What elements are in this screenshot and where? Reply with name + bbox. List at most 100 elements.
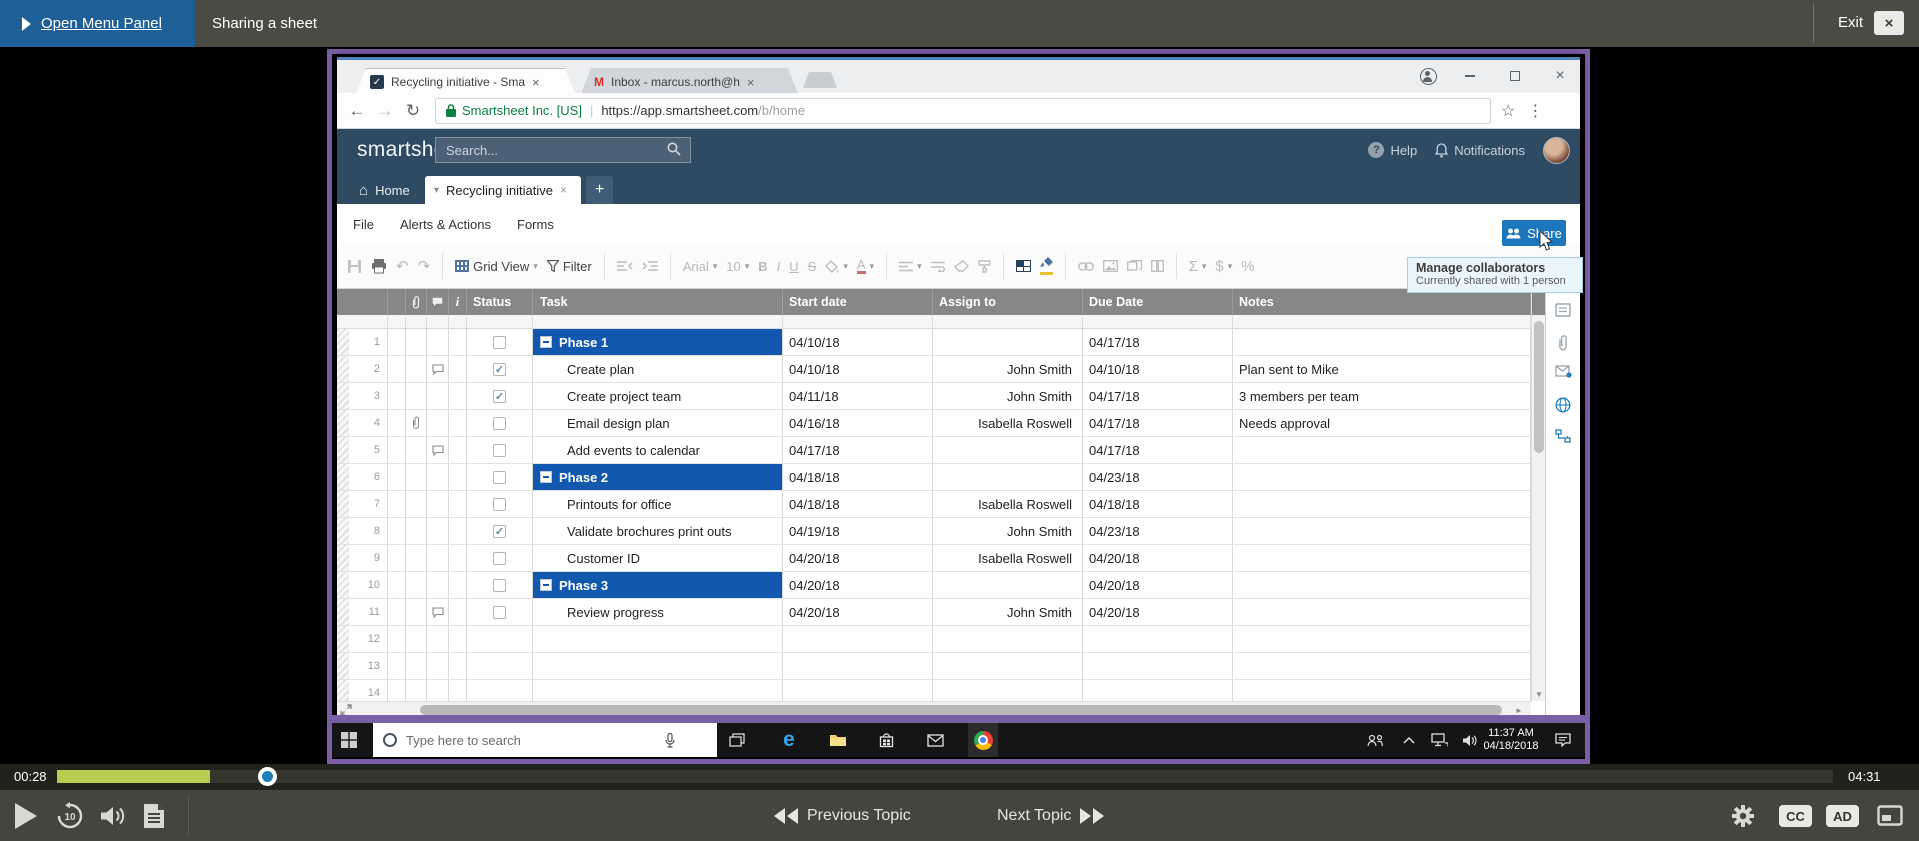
strikethrough-button[interactable]: S [808, 259, 817, 274]
collapse-icon[interactable] [540, 336, 552, 348]
update-requests-icon[interactable] [1546, 365, 1580, 378]
filter-button[interactable]: Filter [546, 259, 592, 274]
tab-home[interactable]: ⌂ Home [347, 177, 422, 204]
assign-to-cell[interactable] [933, 680, 1083, 701]
row-drag-handle[interactable] [337, 626, 349, 652]
task-cell[interactable]: Customer ID [533, 545, 783, 572]
status-checkbox[interactable]: ✓ [493, 524, 506, 538]
row-drag-handle[interactable] [337, 356, 349, 382]
table-row[interactable]: 2 ✓ Create plan 04/10/18 John Smith 04/1… [337, 356, 1580, 383]
network-tray-icon[interactable] [1424, 723, 1454, 757]
redo-icon[interactable]: ↷ [418, 257, 431, 275]
sheet-tab-close-icon[interactable]: × [560, 183, 567, 197]
due-date-cell[interactable] [1083, 626, 1233, 653]
due-date-cell[interactable]: 04/17/18 [1083, 383, 1233, 410]
menu-alerts-actions[interactable]: Alerts & Actions [400, 217, 491, 232]
previous-topic-button[interactable]: Previous Topic [773, 790, 911, 841]
row-drag-handle[interactable] [337, 410, 349, 436]
underline-button[interactable]: U [789, 259, 798, 274]
start-date-cell[interactable]: 04/18/18 [783, 464, 933, 491]
save-icon[interactable] [347, 259, 362, 274]
assign-to-cell[interactable]: John Smith [933, 356, 1083, 383]
undo-icon[interactable]: ↶ [396, 257, 409, 275]
comment-icon[interactable] [431, 606, 444, 618]
notes-cell[interactable] [1233, 545, 1531, 572]
start-date-cell[interactable] [783, 626, 933, 653]
publish-globe-icon[interactable] [1546, 397, 1580, 413]
view-selector[interactable]: Grid View ▾ [455, 259, 538, 274]
column-header-due-date[interactable]: Due Date [1083, 289, 1233, 315]
table-row[interactable]: 9 Customer ID 04/20/18 Isabella Roswell … [337, 545, 1580, 572]
task-cell[interactable]: Add events to calendar [533, 437, 783, 464]
task-cell[interactable] [533, 680, 783, 701]
status-checkbox[interactable] [493, 578, 506, 592]
wrap-text-button[interactable] [930, 261, 945, 272]
due-date-cell[interactable]: 04/20/18 [1083, 545, 1233, 572]
print-icon[interactable] [371, 258, 387, 274]
start-button[interactable] [334, 723, 364, 757]
row-drag-handle[interactable] [337, 518, 349, 544]
action-center-icon[interactable] [1548, 723, 1578, 757]
help-button[interactable]: ? Help [1368, 142, 1417, 158]
eraser-icon[interactable] [953, 260, 969, 272]
notes-cell[interactable] [1233, 653, 1531, 680]
row-drag-handle[interactable] [337, 599, 349, 625]
assign-to-cell[interactable]: Isabella Roswell [933, 545, 1083, 572]
taskbar-search-input[interactable] [406, 732, 656, 748]
start-date-cell[interactable]: 04/20/18 [783, 572, 933, 599]
table-row[interactable]: 5 Add events to calendar 04/17/18 04/17/… [337, 437, 1580, 464]
assign-to-cell[interactable]: Isabella Roswell [933, 410, 1083, 437]
task-cell[interactable]: Email design plan [533, 410, 783, 437]
font-color-button[interactable]: A ▾ [856, 258, 874, 274]
outdent-icon[interactable] [616, 260, 633, 272]
task-cell[interactable]: Review progress [533, 599, 783, 626]
assign-to-cell[interactable] [933, 572, 1083, 599]
assign-to-cell[interactable]: John Smith [933, 599, 1083, 626]
task-view-icon[interactable] [722, 723, 752, 757]
column-header-status[interactable]: Status [467, 289, 533, 315]
closed-captions-button[interactable]: CC [1779, 805, 1812, 827]
task-cell[interactable]: Phase 2 [533, 464, 783, 491]
indent-icon[interactable] [642, 260, 658, 272]
table-row[interactable]: 1 Phase 1 04/10/18 04/17/18 [337, 329, 1580, 356]
assign-to-cell[interactable] [933, 329, 1083, 356]
start-date-cell[interactable]: 04/10/18 [783, 329, 933, 356]
start-date-cell[interactable]: 04/20/18 [783, 545, 933, 572]
reload-icon[interactable]: ↻ [399, 101, 427, 121]
card-view-icon[interactable] [1546, 303, 1580, 317]
bold-button[interactable]: B [758, 259, 767, 274]
italic-button[interactable]: I [777, 259, 781, 274]
info-column-icon[interactable]: i [449, 289, 467, 315]
due-date-cell[interactable] [1083, 653, 1233, 680]
fullscreen-button[interactable] [1872, 790, 1908, 841]
table-row[interactable]: 6 Phase 2 04/18/18 04/23/18 [337, 464, 1580, 491]
status-checkbox[interactable] [493, 497, 506, 511]
notes-cell[interactable] [1233, 626, 1531, 653]
table-row[interactable]: 7 Printouts for office 04/18/18 Isabella… [337, 491, 1580, 518]
browser-tab-inbox[interactable]: M Inbox - marcus.north@h × [580, 68, 799, 96]
row-drag-handle[interactable] [337, 680, 349, 701]
new-sheet-tab-button[interactable]: + [586, 176, 613, 204]
notes-cell[interactable]: Plan sent to Mike [1233, 356, 1531, 383]
table-row[interactable]: 12 [337, 626, 1580, 653]
table-row[interactable]: 8 ✓ Validate brochures print outs 04/19/… [337, 518, 1580, 545]
attachments-panel-icon[interactable] [1546, 335, 1580, 351]
cell-links-icon[interactable] [1546, 429, 1580, 443]
forward-icon[interactable]: → [371, 101, 399, 121]
start-date-cell[interactable]: 04/10/18 [783, 356, 933, 383]
search-icon[interactable] [667, 142, 681, 156]
assign-to-cell[interactable]: John Smith [933, 383, 1083, 410]
align-button[interactable]: ▾ [899, 261, 922, 272]
assign-to-cell[interactable]: John Smith [933, 518, 1083, 545]
hscroll-thumb[interactable] [420, 705, 1502, 715]
scroll-right-icon[interactable]: ► [1515, 706, 1523, 715]
format-painter-icon[interactable] [977, 259, 991, 273]
exit-close-button[interactable]: × [1874, 11, 1904, 35]
due-date-cell[interactable]: 04/17/18 [1083, 329, 1233, 356]
settings-button[interactable] [1726, 790, 1760, 841]
column-header-assign-to[interactable]: Assign to [933, 289, 1083, 315]
collapse-icon[interactable] [540, 471, 552, 483]
people-tray-icon[interactable] [1360, 723, 1390, 757]
vscroll-thumb[interactable] [1534, 321, 1544, 453]
chrome-taskbar-icon[interactable] [968, 723, 998, 757]
